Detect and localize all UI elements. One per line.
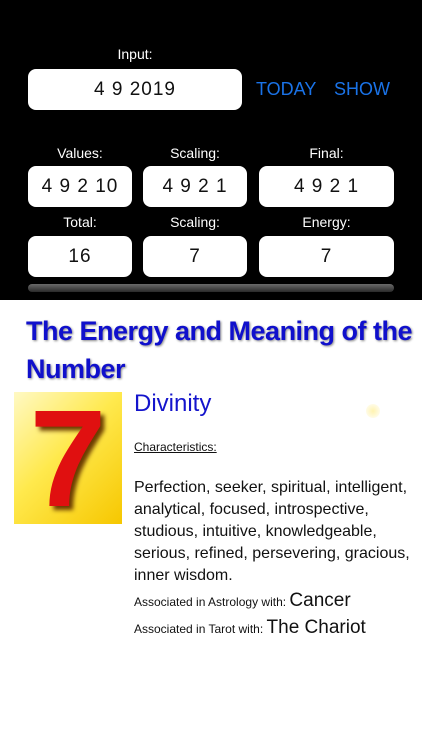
today-button[interactable]: TODAY [256,79,316,100]
date-input-field[interactable]: 4 9 2019 [28,69,242,110]
astrology-value: Cancer [289,590,351,611]
tarot-association: Associated in Tarot with: The Chariot [134,617,366,639]
tarot-value: The Chariot [266,617,366,638]
panel-divider [28,284,394,292]
scaling-label-1: Scaling: [170,145,220,161]
total-field[interactable]: 16 [28,236,132,277]
energy-number: 7 [29,382,107,536]
characteristics-text: Perfection, seeker, spiritual, intellige… [134,479,410,584]
tarot-label: Associated in Tarot with: [134,622,267,636]
meaning-content: The Energy and Meaning of the Number 7 D… [0,300,422,750]
show-button[interactable]: SHOW [334,79,390,100]
scaling-label-2: Scaling: [170,214,220,230]
values-field[interactable]: 4 9 2 10 [28,166,132,207]
final-label: Final: [309,145,344,161]
scaling-field-2[interactable]: 7 [143,236,247,277]
calculator-panel: Input: 4 9 2019 TODAY SHOW Values: Scali… [0,0,422,300]
input-label: Input: [117,46,153,62]
astrology-label: Associated in Astrology with: [134,595,290,609]
meaning-title: Divinity [134,390,212,417]
characteristics-label: Characteristics: [134,440,217,454]
total-label: Total: [63,214,97,230]
energy-label: Energy: [302,214,351,230]
values-label: Values: [57,145,103,161]
astrology-association: Associated in Astrology with: Cancer [134,590,351,612]
number-tile: 7 [14,382,122,536]
scaling-field-1[interactable]: 4 9 2 1 [143,166,247,207]
energy-field[interactable]: 7 [259,236,394,277]
meaning-heading: The Energy and Meaning of the Number [26,316,413,384]
sparkle-icon [366,404,380,418]
final-field[interactable]: 4 9 2 1 [259,166,394,207]
